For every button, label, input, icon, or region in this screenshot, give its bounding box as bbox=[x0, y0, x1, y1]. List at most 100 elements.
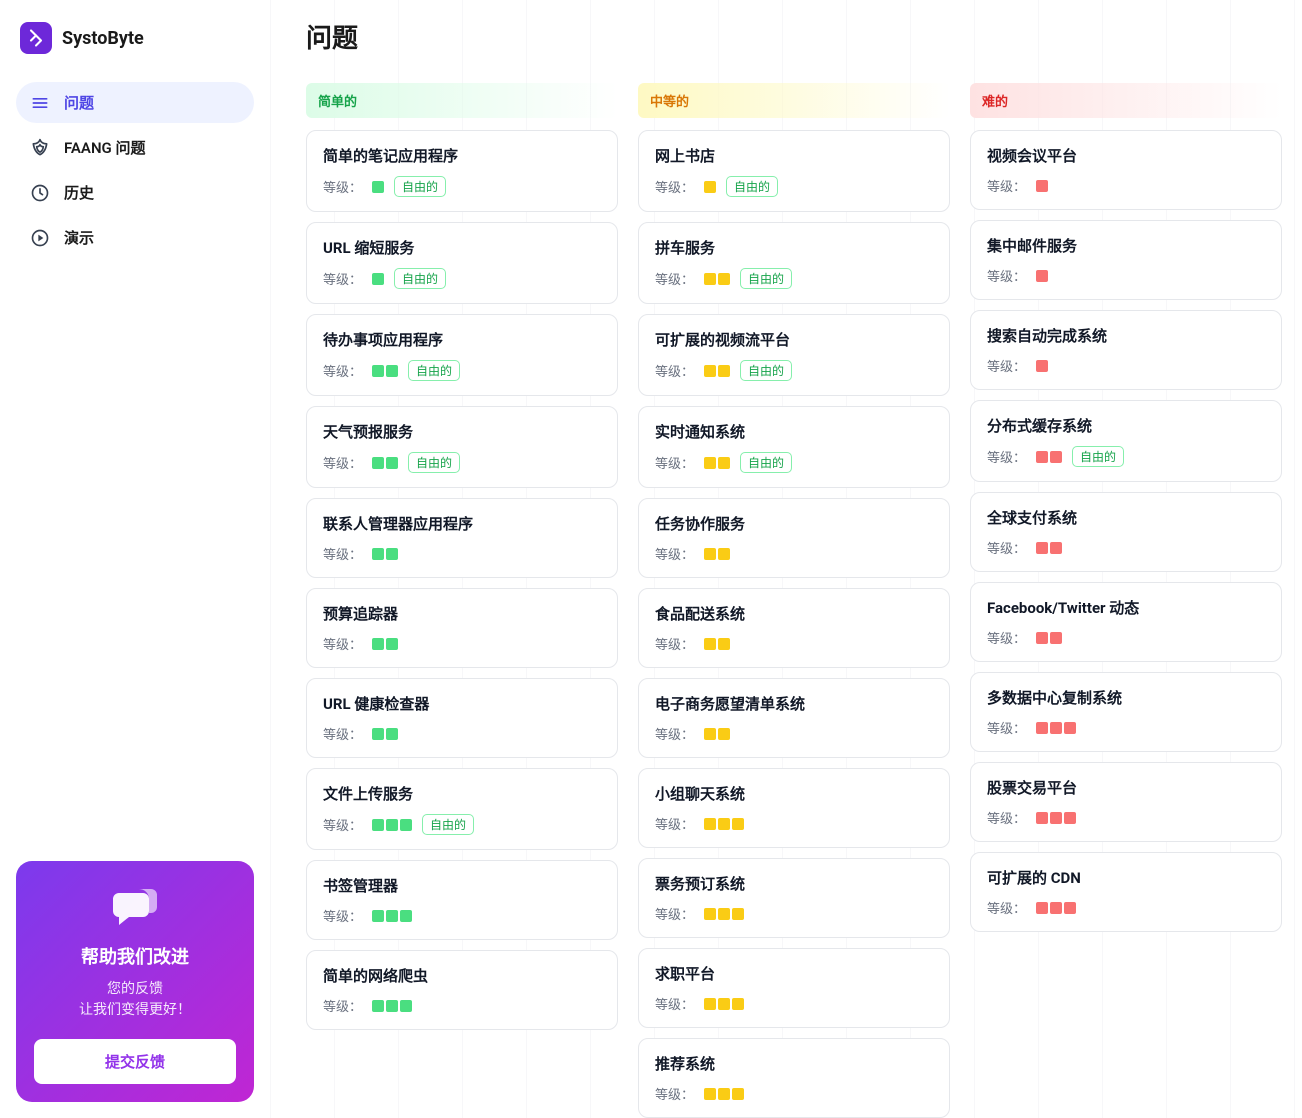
level-square bbox=[372, 365, 384, 377]
level-square bbox=[704, 365, 716, 377]
problem-card[interactable]: 求职平台等级： bbox=[638, 948, 950, 1028]
level-square bbox=[1036, 542, 1048, 554]
problem-card[interactable]: 预算追踪器等级： bbox=[306, 588, 618, 668]
sidebar: SystoByte 问题FAANG 问题历史演示 帮助我们改进 您的反馈让我们变… bbox=[0, 0, 270, 1118]
nav-item-history[interactable]: 历史 bbox=[16, 172, 254, 213]
column-header-hard: 难的 bbox=[970, 83, 1282, 118]
problems-icon bbox=[30, 93, 50, 113]
level-square bbox=[386, 728, 398, 740]
level-indicator bbox=[1036, 270, 1048, 282]
problem-card[interactable]: 集中邮件服务等级： bbox=[970, 220, 1282, 300]
nav-item-demo[interactable]: 演示 bbox=[16, 217, 254, 258]
submit-feedback-button[interactable]: 提交反馈 bbox=[34, 1039, 236, 1084]
level-label: 等级： bbox=[655, 177, 694, 196]
problem-card[interactable]: 网上书店等级：自由的 bbox=[638, 130, 950, 212]
feedback-icon bbox=[111, 885, 159, 933]
problem-meta: 等级： bbox=[655, 994, 933, 1013]
nav-item-label: FAANG 问题 bbox=[64, 137, 146, 158]
problem-meta: 等级： bbox=[987, 718, 1265, 737]
level-square bbox=[372, 638, 384, 650]
level-label: 等级： bbox=[323, 453, 362, 472]
level-square bbox=[372, 1000, 384, 1012]
level-square bbox=[704, 457, 716, 469]
level-indicator bbox=[1036, 632, 1062, 644]
problem-card[interactable]: 任务协作服务等级： bbox=[638, 498, 950, 578]
level-square bbox=[718, 908, 730, 920]
problem-card[interactable]: 食品配送系统等级： bbox=[638, 588, 950, 668]
level-label: 等级： bbox=[987, 718, 1026, 737]
level-indicator bbox=[704, 548, 730, 560]
level-indicator bbox=[372, 365, 398, 377]
problem-title: 票务预订系统 bbox=[655, 873, 933, 894]
column-header-medium: 中等的 bbox=[638, 83, 950, 118]
free-badge: 自由的 bbox=[740, 452, 792, 473]
problem-card[interactable]: 全球支付系统等级： bbox=[970, 492, 1282, 572]
free-badge: 自由的 bbox=[394, 268, 446, 289]
problem-title: Facebook/Twitter 动态 bbox=[987, 597, 1265, 618]
nav-item-problems[interactable]: 问题 bbox=[16, 82, 254, 123]
problem-meta: 等级： bbox=[323, 996, 601, 1015]
problem-card[interactable]: 股票交易平台等级： bbox=[970, 762, 1282, 842]
problem-card[interactable]: Facebook/Twitter 动态等级： bbox=[970, 582, 1282, 662]
problem-title: 求职平台 bbox=[655, 963, 933, 984]
level-indicator bbox=[1036, 902, 1076, 914]
problem-card[interactable]: 文件上传服务等级：自由的 bbox=[306, 768, 618, 850]
level-square bbox=[704, 728, 716, 740]
level-square bbox=[1036, 812, 1048, 824]
problem-card[interactable]: 天气预报服务等级：自由的 bbox=[306, 406, 618, 488]
problem-title: 可扩展的 CDN bbox=[987, 867, 1265, 888]
level-indicator bbox=[372, 728, 398, 740]
problem-meta: 等级： bbox=[987, 176, 1265, 195]
problem-meta: 等级：自由的 bbox=[323, 452, 601, 473]
problem-card[interactable]: 分布式缓存系统等级：自由的 bbox=[970, 400, 1282, 482]
problem-card[interactable]: 实时通知系统等级：自由的 bbox=[638, 406, 950, 488]
problem-card[interactable]: 电子商务愿望清单系统等级： bbox=[638, 678, 950, 758]
problem-card[interactable]: 拼车服务等级：自由的 bbox=[638, 222, 950, 304]
column-easy: 简单的简单的笔记应用程序等级：自由的URL 缩短服务等级：自由的待办事项应用程序… bbox=[306, 83, 618, 1118]
level-label: 等级： bbox=[323, 269, 362, 288]
sidebar-nav: 问题 FAANG 问题历史演示 bbox=[16, 82, 254, 258]
problem-title: 书签管理器 bbox=[323, 875, 601, 896]
problem-title: 集中邮件服务 bbox=[987, 235, 1265, 256]
history-icon bbox=[30, 183, 50, 203]
problem-title: 搜索自动完成系统 bbox=[987, 325, 1265, 346]
level-square bbox=[1064, 902, 1076, 914]
problem-card[interactable]: 视频会议平台等级： bbox=[970, 130, 1282, 210]
level-label: 等级： bbox=[655, 269, 694, 288]
problem-card[interactable]: 可扩展的视频流平台等级：自由的 bbox=[638, 314, 950, 396]
problem-card[interactable]: 书签管理器等级： bbox=[306, 860, 618, 940]
column-medium: 中等的网上书店等级：自由的拼车服务等级：自由的可扩展的视频流平台等级：自由的实时… bbox=[638, 83, 950, 1118]
level-square bbox=[732, 998, 744, 1010]
problem-card[interactable]: 小组聊天系统等级： bbox=[638, 768, 950, 848]
level-indicator bbox=[704, 818, 744, 830]
level-indicator bbox=[704, 998, 744, 1010]
problem-meta: 等级：自由的 bbox=[323, 176, 601, 197]
problem-card[interactable]: 多数据中心复制系统等级： bbox=[970, 672, 1282, 752]
level-label: 等级： bbox=[655, 994, 694, 1013]
problem-meta: 等级： bbox=[655, 544, 933, 563]
level-indicator bbox=[372, 638, 398, 650]
level-label: 等级： bbox=[655, 724, 694, 743]
level-square bbox=[704, 908, 716, 920]
problem-title: 股票交易平台 bbox=[987, 777, 1265, 798]
nav-item-faang-problems[interactable]: FAANG 问题 bbox=[16, 127, 254, 168]
problem-card[interactable]: 可扩展的 CDN等级： bbox=[970, 852, 1282, 932]
free-badge: 自由的 bbox=[1072, 446, 1124, 467]
problem-card[interactable]: URL 缩短服务等级：自由的 bbox=[306, 222, 618, 304]
level-square bbox=[1050, 812, 1062, 824]
level-square bbox=[372, 728, 384, 740]
level-square bbox=[372, 273, 384, 285]
problem-card[interactable]: 票务预订系统等级： bbox=[638, 858, 950, 938]
level-indicator bbox=[704, 273, 730, 285]
problem-card[interactable]: 简单的笔记应用程序等级：自由的 bbox=[306, 130, 618, 212]
problem-card[interactable]: 待办事项应用程序等级：自由的 bbox=[306, 314, 618, 396]
level-square bbox=[386, 819, 398, 831]
problem-card[interactable]: 简单的网络爬虫等级： bbox=[306, 950, 618, 1030]
problem-card[interactable]: URL 健康检查器等级： bbox=[306, 678, 618, 758]
problem-meta: 等级： bbox=[323, 724, 601, 743]
problem-card[interactable]: 推荐系统等级： bbox=[638, 1038, 950, 1118]
problem-card[interactable]: 搜索自动完成系统等级： bbox=[970, 310, 1282, 390]
brand-logo[interactable]: SystoByte bbox=[16, 16, 254, 74]
problem-card[interactable]: 联系人管理器应用程序等级： bbox=[306, 498, 618, 578]
feedback-subtitle: 您的反馈让我们变得更好！ bbox=[34, 979, 236, 1021]
